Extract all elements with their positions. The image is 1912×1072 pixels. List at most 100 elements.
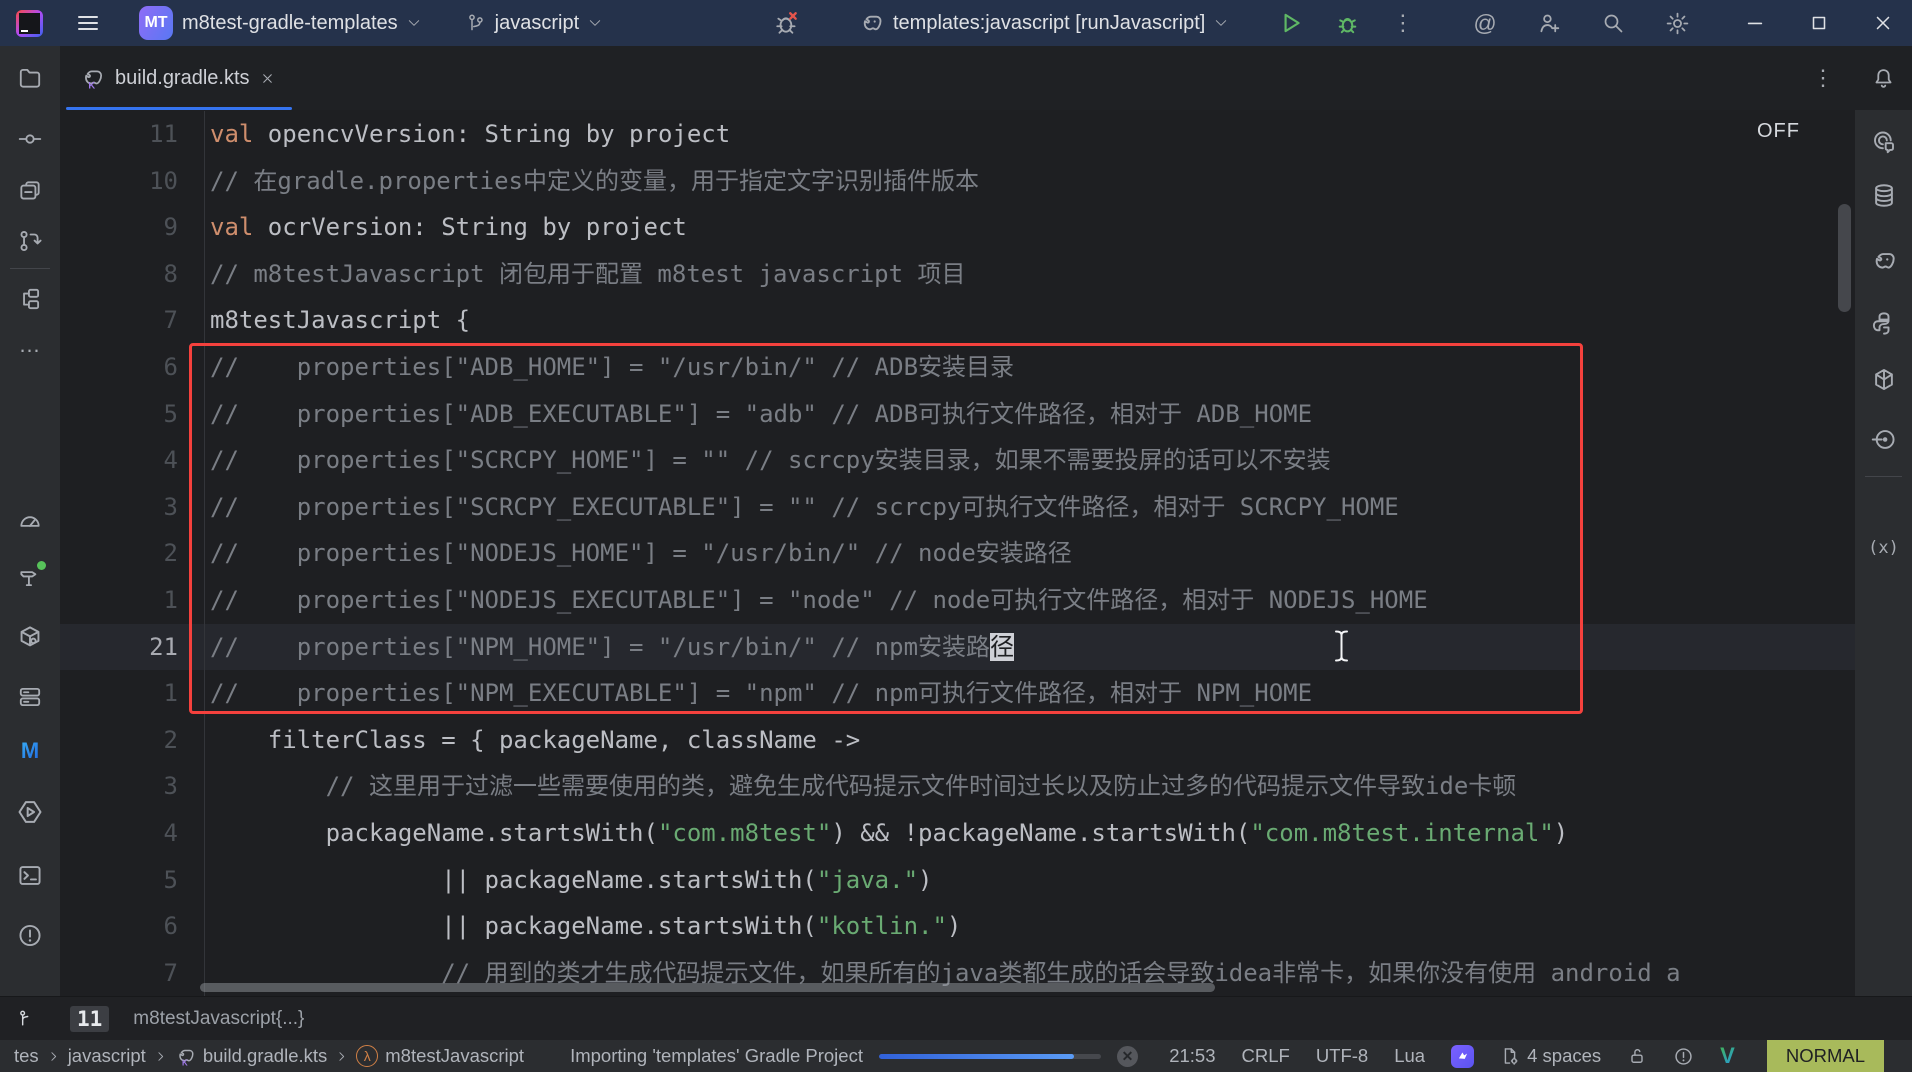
build-status-dot <box>37 561 46 570</box>
chevron-right-icon <box>51 1051 56 1061</box>
commit-tool-button[interactable] <box>17 126 43 152</box>
profiler-tool-button[interactable] <box>17 508 43 534</box>
settings-button[interactable] <box>1662 8 1692 38</box>
search-everywhere-button[interactable] <box>1598 8 1628 38</box>
vcs-branch-widget[interactable]: javascript <box>465 12 602 35</box>
mute-breakpoints-icon[interactable] <box>772 8 802 38</box>
resume-tool-button[interactable] <box>1870 426 1897 453</box>
problems-tool-button[interactable] <box>17 922 44 949</box>
code-line[interactable]: 2// properties["NODEJS_HOME"] = "/usr/bi… <box>60 530 1855 577</box>
code-text: // 在gradle.properties中定义的变量，用于指定文字识别插件版本 <box>210 166 979 195</box>
code-text: // 这里用于过滤一些需要使用的类，避免生成代码提示文件时间过长以及防止过多的代… <box>210 772 1517 801</box>
inspections-icon[interactable] <box>1673 1046 1694 1067</box>
code-line[interactable]: 8// m8testJavascript 闭包用于配置 m8test javas… <box>60 250 1855 298</box>
editor-tab-build-gradle-kts[interactable]: K build.gradle.kts <box>66 46 293 110</box>
build-tool-button[interactable] <box>17 561 46 590</box>
plugin-status-icon[interactable] <box>1451 1044 1475 1068</box>
code-text: // properties["NPM_EXECUTABLE"] = "npm" … <box>210 679 1313 708</box>
gradle-kts-file-icon: K <box>85 70 103 90</box>
code-editor[interactable]: 11 val opencvVersion: String by project 10… <box>60 110 1855 996</box>
code-line[interactable]: 6// properties["ADB_HOME"] = "/usr/bin/"… <box>60 343 1855 391</box>
code-with-me-button[interactable] <box>1534 8 1564 38</box>
notifications-bell-icon[interactable] <box>1871 66 1896 91</box>
code-line[interactable]: 3 // 这里用于过滤一些需要使用的类，避免生成代码提示文件时间过长以及防止过多… <box>60 763 1855 810</box>
code-line[interactable]: 11 val opencvVersion: String by project <box>60 111 1855 158</box>
services-tool-button[interactable] <box>17 684 43 710</box>
code-line[interactable]: 1// properties["NPM_EXECUTABLE"] = "npm"… <box>60 670 1855 717</box>
vim-mode-badge: NORMAL <box>1766 1040 1884 1072</box>
pull-requests-tool-button[interactable] <box>17 228 43 254</box>
ai-assistant-icon[interactable]: @ <box>1470 8 1500 38</box>
breadcrumb-item[interactable]: λ m8testJavascript <box>356 1045 524 1067</box>
code-text: // properties["NPM_HOME"] = "/usr/bin/" … <box>210 632 1015 661</box>
code-line[interactable]: 10// 在gradle.properties中定义的变量，用于指定文字识别插件… <box>60 157 1855 205</box>
code-line[interactable]: 7 m8testJavascript { <box>60 297 1855 344</box>
code-line[interactable]: 21// properties["NPM_HOME"] = "/usr/bin/… <box>60 623 1855 671</box>
power-save-off-label: OFF <box>1757 120 1800 142</box>
variables-tool-button[interactable]: (x) <box>1868 538 1899 558</box>
code-line[interactable]: 9 val ocrVersion: String by project <box>60 204 1855 251</box>
python-console-tool-button[interactable] <box>1870 310 1897 337</box>
code-line[interactable]: 1// properties["NODEJS_EXECUTABLE"] = "n… <box>60 576 1855 624</box>
line-number: 6 <box>60 903 205 950</box>
main-menu-button[interactable] <box>73 8 103 38</box>
sticky-scope-line[interactable]: 11 m8testJavascript{...} <box>0 996 1912 1042</box>
minimize-button[interactable] <box>1740 8 1770 38</box>
code-text: // properties["NODEJS_EXECUTABLE"] = "no… <box>210 585 1428 614</box>
ideavim-icon[interactable]: V <box>1720 1043 1735 1069</box>
structure-tool-button[interactable] <box>17 286 43 312</box>
horizontal-scrollbar-thumb[interactable] <box>200 983 1215 992</box>
run-configuration-widget[interactable]: templates:javascript [runJavascript] <box>858 10 1228 36</box>
line-separator-widget[interactable]: CRLF <box>1242 1045 1290 1067</box>
encoding-widget[interactable]: UTF-8 <box>1316 1045 1368 1067</box>
code-line[interactable]: 3// properties["SCRCPY_EXECUTABLE"] = ""… <box>60 483 1855 531</box>
code-line[interactable]: 2 filterClass = { packageName, className… <box>60 716 1855 764</box>
lambda-icon: λ <box>356 1045 379 1067</box>
maximize-button[interactable] <box>1804 8 1834 38</box>
gradle-tool-button[interactable] <box>1870 248 1898 276</box>
code-line[interactable]: 4// properties["SCRCPY_HOME"] = "" // sc… <box>60 437 1855 484</box>
svg-text:K: K <box>88 80 95 90</box>
m8test-tool-button[interactable]: M <box>21 738 39 764</box>
more-actions-button[interactable]: ⋮ <box>1388 8 1418 38</box>
breadcrumb-item[interactable]: tes <box>14 1045 39 1067</box>
language-widget[interactable]: Lua <box>1394 1045 1425 1067</box>
project-widget[interactable]: MT m8test-gradle-templates <box>139 6 421 40</box>
terminal-tool-button[interactable] <box>17 862 44 889</box>
line-number: 5 <box>60 856 205 904</box>
editor-tabs-tool-button[interactable] <box>17 178 43 204</box>
close-button[interactable] <box>1868 8 1898 38</box>
plugin-knot-tool-button[interactable] <box>1870 366 1897 393</box>
debug-button[interactable] <box>1332 8 1362 38</box>
tab-bar: K build.gradle.kts ⋮ <box>0 46 1912 110</box>
line-number: 11 <box>60 111 205 158</box>
run-button[interactable] <box>1276 8 1306 38</box>
editor-more-options-icon[interactable]: ⋮ <box>1812 65 1835 91</box>
code-text: // properties["ADB_HOME"] = "/usr/bin/" … <box>210 352 1015 381</box>
project-name: m8test-gradle-templates <box>182 11 398 34</box>
code-line[interactable]: 6 || packageName.startsWith("kotlin.") <box>60 903 1855 950</box>
code-line[interactable]: 5// properties["ADB_EXECUTABLE"] = "adb"… <box>60 390 1855 438</box>
caret-position-widget[interactable]: 21:53 <box>1169 1045 1215 1067</box>
lock-open-icon[interactable] <box>1627 1046 1647 1066</box>
breadcrumb-item[interactable]: K build.gradle.kts <box>175 1045 327 1067</box>
line-number: 1 <box>60 670 205 717</box>
svg-text:K: K <box>182 1058 188 1067</box>
close-tab-icon[interactable] <box>260 71 275 86</box>
code-line[interactable]: 5 || packageName.startsWith("java.") <box>60 856 1855 904</box>
vim-block-cursor: 径 <box>990 632 1015 661</box>
run-tool-button[interactable] <box>16 798 44 826</box>
breadcrumb-item[interactable]: javascript <box>68 1045 146 1067</box>
cancel-progress-button[interactable]: ✕ <box>1116 1045 1138 1067</box>
line-number: 5 <box>60 390 205 438</box>
vertical-scrollbar-thumb[interactable] <box>1838 204 1851 312</box>
ai-assistant-tool-button[interactable] <box>1870 128 1897 155</box>
code-line[interactable]: 4 packageName.startsWith("com.m8test") &… <box>60 809 1855 857</box>
database-tool-button[interactable] <box>1870 182 1897 209</box>
breadcrumb: tes javascript K build.gradle.kts λ m8te… <box>14 1045 524 1067</box>
project-tool-window-button[interactable] <box>0 46 60 110</box>
sticky-scope-label: m8testJavascript{...} <box>133 1008 305 1029</box>
more-tool-windows-button[interactable]: … <box>19 332 42 358</box>
indent-widget[interactable]: 4 spaces <box>1500 1045 1601 1067</box>
python-packages-tool-button[interactable] <box>17 624 44 651</box>
